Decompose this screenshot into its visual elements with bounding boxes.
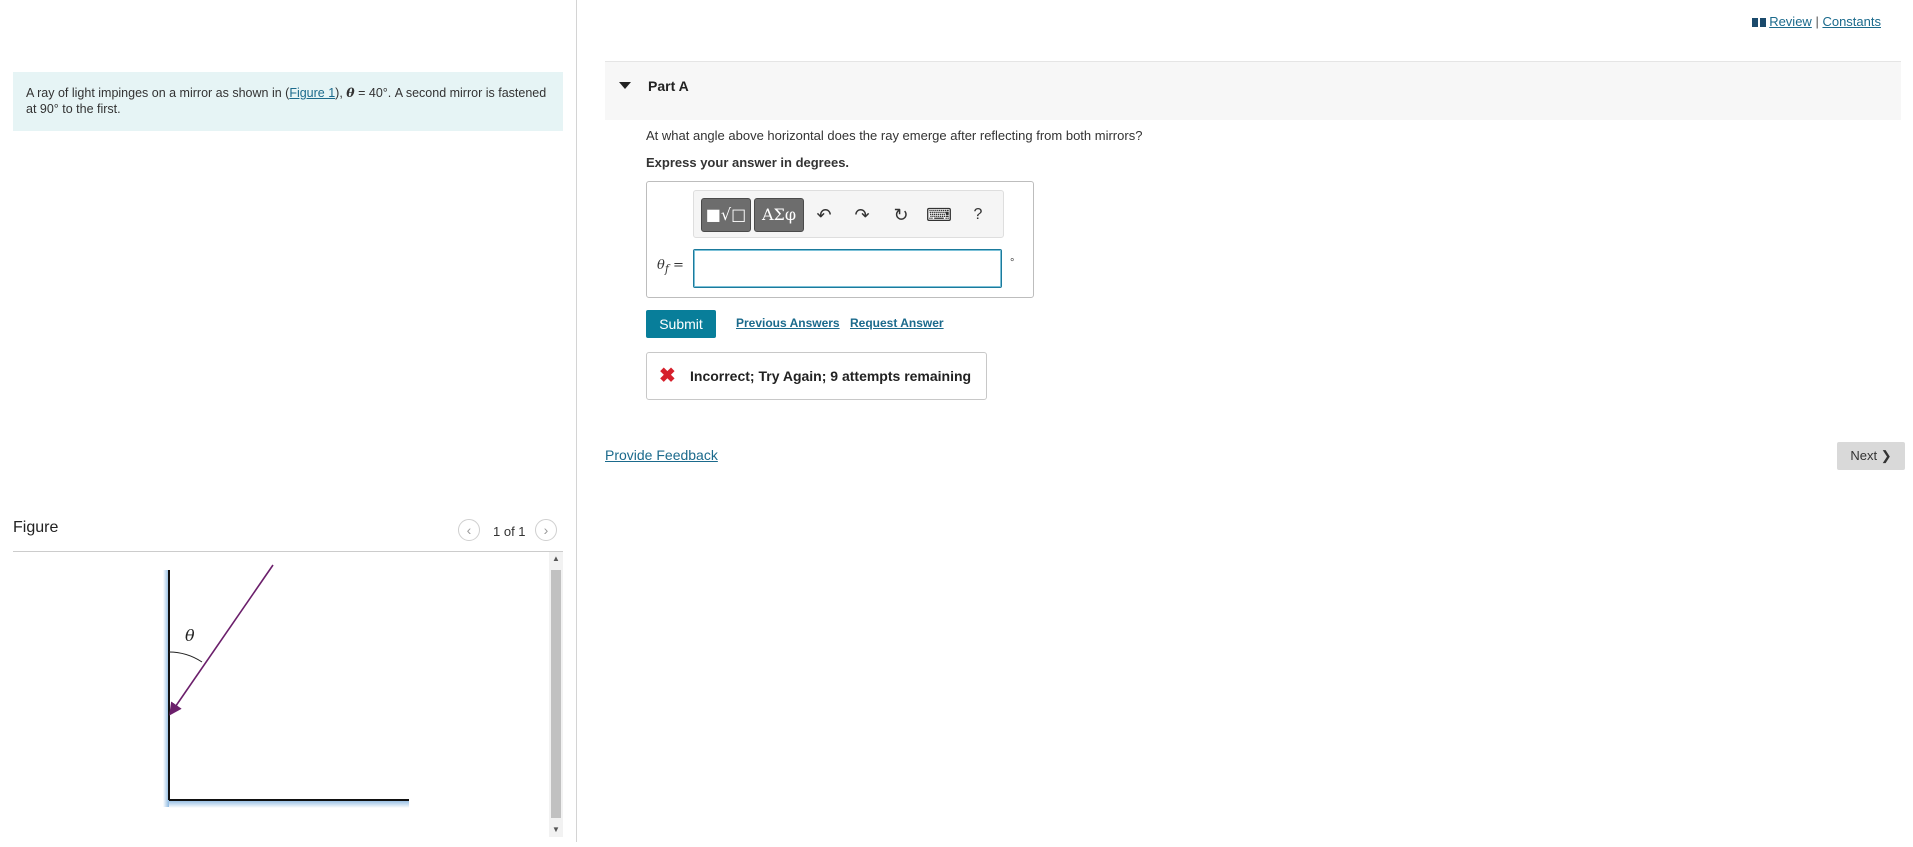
feedback-box: ✖ Incorrect; Try Again; 9 attempts remai… xyxy=(646,352,987,400)
scroll-up-icon[interactable]: ▲ xyxy=(549,552,563,566)
chevron-right-icon: ❯ xyxy=(1880,448,1892,463)
submit-button[interactable]: Submit xyxy=(646,310,716,338)
problem-text-1: A ray of light impinges on a mirror as s… xyxy=(26,86,290,100)
answer-variable-symbol: θ xyxy=(657,258,665,273)
equals-sign: = xyxy=(672,258,684,273)
scroll-down-icon[interactable]: ▼ xyxy=(549,823,563,837)
review-link[interactable]: Review xyxy=(1769,14,1812,29)
constants-link[interactable]: Constants xyxy=(1822,14,1881,29)
keyboard-icon[interactable]: ⌨ xyxy=(925,201,953,229)
templates-button[interactable]: ■√□ xyxy=(701,198,751,232)
provide-feedback-link[interactable]: Provide Feedback xyxy=(605,447,718,463)
problem-statement: A ray of light impinges on a mirror as s… xyxy=(13,72,563,131)
next-label: Next xyxy=(1850,448,1878,463)
answer-instruction: Express your answer in degrees. xyxy=(646,155,850,170)
answer-box: ■√□ ΑΣφ ↶ ↷ ↻ ⌨ ? θf = ° xyxy=(646,181,1034,298)
answer-input[interactable] xyxy=(693,249,1002,288)
caret-down-icon[interactable] xyxy=(619,82,631,89)
angle-label: θ xyxy=(185,626,195,645)
left-panel: A ray of light impinges on a mirror as s… xyxy=(0,0,577,842)
question-text: At what angle above horizontal does the … xyxy=(646,128,1143,143)
angle-arc xyxy=(168,651,203,663)
request-answer-link[interactable]: Request Answer xyxy=(850,316,944,330)
unit-label: ° xyxy=(1010,257,1015,269)
horizontal-mirror-shade xyxy=(169,800,409,808)
chevron-left-icon[interactable]: ‹ xyxy=(458,519,480,541)
theta-symbol: θ xyxy=(346,85,355,100)
greek-symbols-button[interactable]: ΑΣφ xyxy=(754,198,804,232)
reset-icon[interactable]: ↻ xyxy=(887,201,915,229)
figure-link[interactable]: Figure 1 xyxy=(289,86,335,100)
feedback-message: Incorrect; Try Again; 9 attempts remaini… xyxy=(690,368,972,384)
figure-title: Figure xyxy=(13,519,59,536)
part-header[interactable]: Part A xyxy=(605,61,1901,120)
answer-variable-label: θf = xyxy=(657,258,684,276)
part-title: Part A xyxy=(648,78,689,94)
undo-icon[interactable]: ↶ xyxy=(810,201,838,229)
figure-diagram: θ xyxy=(163,564,409,808)
error-x-icon: ✖ xyxy=(659,365,676,387)
figure-header: Figure ‹ 1 of 1 › xyxy=(13,515,563,552)
figure-area: θ ▲ ▼ xyxy=(13,552,563,842)
chevron-right-icon[interactable]: › xyxy=(535,519,557,541)
scrollbar-thumb[interactable] xyxy=(551,570,561,818)
figure-counter: 1 of 1 xyxy=(493,524,526,539)
problem-text-2: ), xyxy=(335,86,347,100)
link-separator: | xyxy=(1815,14,1819,29)
previous-answers-link[interactable]: Previous Answers xyxy=(736,316,840,330)
answer-variable-subscript: f xyxy=(664,262,669,276)
next-button[interactable]: Next ❯ xyxy=(1837,442,1905,470)
book-icon xyxy=(1752,18,1767,28)
help-button[interactable]: ? xyxy=(964,201,992,229)
redo-icon[interactable]: ↷ xyxy=(848,201,876,229)
header-links: Review | Constants xyxy=(1752,14,1881,29)
math-toolbar: ■√□ ΑΣφ ↶ ↷ ↻ ⌨ ? xyxy=(693,190,1004,238)
figure-scrollbar[interactable]: ▲ ▼ xyxy=(549,552,563,837)
